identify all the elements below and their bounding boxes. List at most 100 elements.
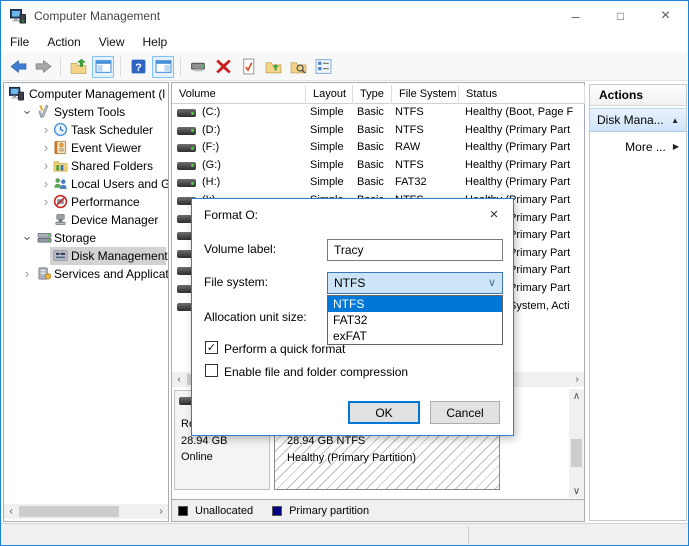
column-header-layout[interactable]: Layout: [306, 85, 353, 104]
volume-table-header: Volume Layout Type File System Status: [172, 85, 585, 104]
submenu-arrow-icon: ▶: [672, 142, 679, 151]
forward-icon[interactable]: [32, 56, 54, 78]
chevron-collapsed-icon[interactable]: ›: [41, 140, 51, 155]
show-action-pane-icon[interactable]: [152, 55, 174, 78]
tree-item-task-scheduler[interactable]: › Task Scheduler: [4, 121, 168, 139]
properties-check-icon[interactable]: [237, 56, 259, 78]
performance-icon: [53, 194, 69, 210]
actions-more-item[interactable]: More ... ▶: [590, 135, 686, 158]
title-bar[interactable]: Computer Management – □ ×: [1, 1, 688, 31]
tree-item-label: Disk Management: [71, 249, 168, 263]
volume-icon: [177, 161, 196, 170]
format-dialog: Format O: × Volume label: Tracy File sys…: [191, 198, 514, 436]
table-row[interactable]: (C:) Simple Basic NTFS Healthy (Boot, Page F: [172, 104, 584, 122]
maximize-button[interactable]: □: [598, 1, 643, 31]
volume-label-label: Volume label:: [204, 242, 277, 256]
tree-item-performance[interactable]: › Performance: [4, 193, 168, 211]
column-header-volume[interactable]: Volume: [172, 85, 306, 104]
scroll-right-icon[interactable]: ›: [154, 504, 168, 519]
table-row[interactable]: (G:) Simple Basic NTFS Healthy (Primary Part: [172, 157, 584, 175]
collapse-icon[interactable]: ▲: [671, 116, 679, 125]
chevron-expanded-icon[interactable]: ›: [20, 233, 35, 243]
drive-status-icon[interactable]: [187, 56, 209, 78]
task-list-icon[interactable]: [312, 56, 334, 78]
cell-status: Healthy (Primary Part: [465, 176, 571, 189]
menu-help[interactable]: Help: [134, 35, 177, 49]
tree-item-storage[interactable]: › Storage: [4, 229, 168, 247]
dropdown-option-exfat[interactable]: exFAT: [328, 328, 502, 344]
table-row[interactable]: (D:) Simple Basic NTFS Healthy (Primary Part: [172, 122, 584, 140]
file-system-combobox[interactable]: NTFS ∨: [327, 272, 503, 294]
tree-item-label: Device Manager: [71, 213, 159, 227]
tree-item-services-and-applicatio[interactable]: › Services and Applicatio: [4, 265, 168, 283]
file-system-value: NTFS: [334, 276, 366, 290]
show-console-tree-icon[interactable]: [92, 55, 114, 78]
delete-volume-icon[interactable]: [212, 56, 234, 78]
column-header-status[interactable]: Status: [459, 85, 585, 104]
tree-item-computer-management-l[interactable]: Computer Management (l: [4, 85, 168, 103]
menu-action[interactable]: Action: [38, 35, 89, 49]
table-row[interactable]: (H:) Simple Basic FAT32 Healthy (Primary Par…: [172, 174, 584, 192]
scroll-left-icon[interactable]: ‹: [172, 372, 186, 387]
toolbar: ?: [1, 53, 688, 81]
menu-view[interactable]: View: [90, 35, 134, 49]
tree-item-label: Shared Folders: [71, 159, 154, 173]
column-header-file-system[interactable]: File System: [392, 85, 459, 104]
compression-label: Enable file and folder compression: [224, 365, 409, 379]
window-title: Computer Management: [34, 9, 161, 23]
scroll-down-icon[interactable]: ∨: [569, 484, 584, 498]
compression-checkbox[interactable]: [205, 364, 218, 377]
tree-scroll-thumb[interactable]: [19, 506, 119, 517]
dialog-close-icon[interactable]: ×: [483, 203, 505, 225]
unallocated-swatch: [178, 505, 188, 516]
disk-management-icon: [53, 248, 69, 264]
cell-fs: NTFS: [395, 123, 424, 136]
scroll-right-icon[interactable]: ›: [570, 372, 584, 387]
tree-item-device-manager[interactable]: Device Manager: [4, 211, 168, 229]
tree-item-label: Computer Management (l: [29, 87, 166, 101]
tree-item-system-tools[interactable]: › System Tools: [4, 103, 168, 121]
tree-item-disk-management[interactable]: Disk Management: [4, 247, 168, 265]
menu-file[interactable]: File: [1, 35, 38, 49]
chevron-collapsed-icon[interactable]: ›: [41, 122, 51, 137]
chevron-expanded-icon[interactable]: ›: [20, 107, 35, 117]
cell-fs: NTFS: [395, 106, 424, 118]
quick-format-checkbox[interactable]: ✓: [205, 341, 218, 354]
partition-size-fs: 28.94 GB NTFS: [287, 435, 366, 447]
cell-type: Basic: [357, 106, 384, 118]
tree-horizontal-scrollbar[interactable]: ‹ ›: [4, 504, 168, 519]
find-folder-icon[interactable]: [287, 56, 309, 78]
cell-volume: (F:): [202, 141, 220, 154]
ok-button[interactable]: OK: [348, 401, 420, 424]
export-list-icon[interactable]: [67, 56, 89, 78]
cancel-button[interactable]: Cancel: [430, 401, 500, 424]
minimize-button[interactable]: –: [553, 1, 598, 31]
volume-icon: [177, 144, 196, 153]
primary-partition-swatch: [272, 505, 283, 516]
tree-item-local-users-and-gro[interactable]: › Local Users and Gro: [4, 175, 168, 193]
dropdown-option-fat32[interactable]: FAT32: [328, 312, 502, 328]
chevron-collapsed-icon[interactable]: ›: [41, 194, 51, 209]
chevron-collapsed-icon[interactable]: ›: [41, 176, 51, 191]
back-icon[interactable]: [7, 56, 29, 78]
chevron-collapsed-icon[interactable]: ›: [22, 266, 32, 281]
tree-item-event-viewer[interactable]: › Event Viewer: [4, 139, 168, 157]
cell-type: Basic: [357, 141, 384, 154]
disk-size: 28.94 GB: [181, 435, 228, 447]
dropdown-option-ntfs[interactable]: NTFS: [328, 296, 502, 312]
chevron-collapsed-icon[interactable]: ›: [41, 158, 51, 173]
scroll-up-icon[interactable]: ∧: [569, 389, 584, 403]
scroll-left-icon[interactable]: ‹: [4, 504, 18, 519]
volume-label-input[interactable]: Tracy: [327, 239, 503, 261]
table-row[interactable]: (F:) Simple Basic RAW Healthy (Primary Part: [172, 139, 584, 157]
close-button[interactable]: ×: [643, 1, 688, 31]
cell-status: Healthy (Primary Part: [465, 158, 571, 171]
up-folder-icon[interactable]: [262, 56, 284, 78]
tree-item-label: Services and Applicatio: [54, 267, 169, 281]
actions-group-disk-management[interactable]: Disk Mana... ▲: [590, 108, 686, 132]
tree-item-shared-folders[interactable]: › Shared Folders: [4, 157, 168, 175]
disk-scroll-thumb[interactable]: [571, 439, 582, 467]
disk-vertical-scrollbar[interactable]: ∧ ∨: [569, 389, 584, 498]
help-icon[interactable]: ?: [127, 56, 149, 78]
column-header-type[interactable]: Type: [353, 85, 392, 104]
